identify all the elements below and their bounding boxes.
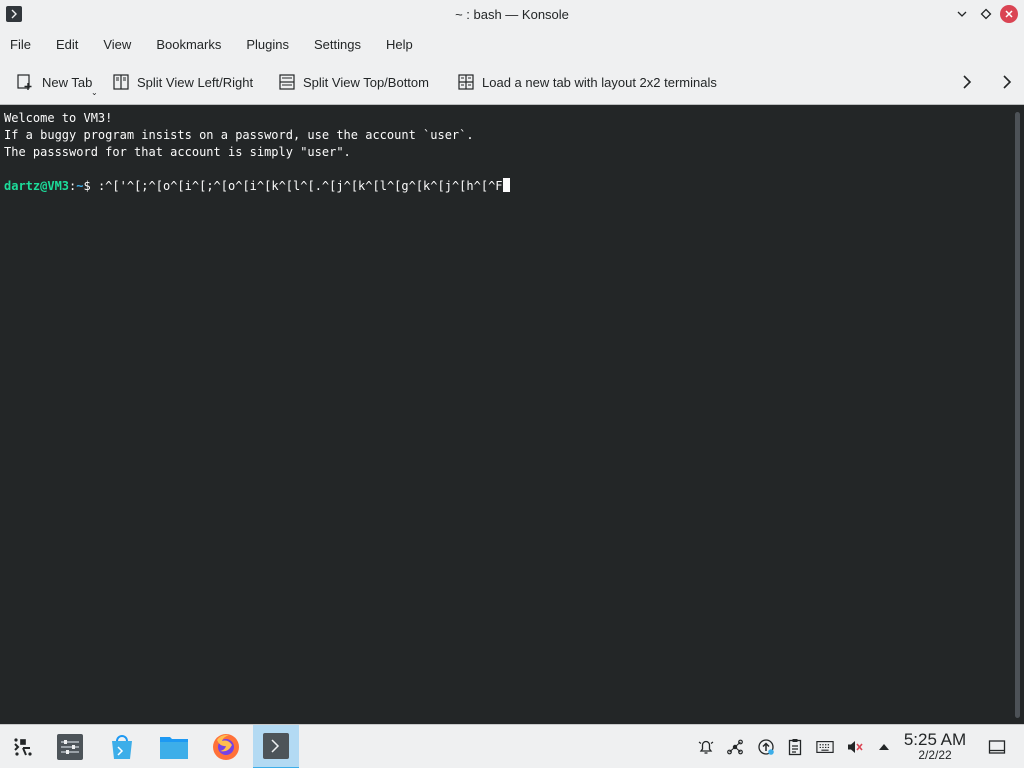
prompt-path: ~ [76, 179, 84, 193]
terminal-line: Welcome to VM3! [4, 111, 113, 125]
discover-icon [112, 735, 132, 759]
clipboard-icon [788, 739, 802, 756]
split-left-right-icon [113, 74, 129, 90]
menu-bookmarks[interactable]: Bookmarks [156, 37, 221, 52]
taskbar-system-settings[interactable] [47, 725, 93, 768]
updates-icon [758, 739, 774, 755]
tray-clipboard[interactable] [786, 738, 804, 756]
tray-updates[interactable] [757, 738, 775, 756]
menu-view[interactable]: View [103, 37, 131, 52]
toolbar-overflow-button-2[interactable] [999, 70, 1015, 94]
split-top-bottom-icon [279, 74, 295, 90]
layout-2x2-button[interactable]: Load a new tab with layout 2x2 terminals [458, 71, 717, 93]
application-launcher-icon [14, 738, 32, 756]
terminal-cursor [502, 178, 510, 192]
konsole-task-icon [263, 733, 289, 759]
terminal-prompt-line: dartz@VM3:~$ :^['^[;^[o^[i^[;^[o^[i^[k^[… [4, 178, 1012, 195]
menu-edit[interactable]: Edit [56, 37, 78, 52]
toolbar-overflow-button[interactable] [959, 70, 975, 94]
new-tab-dropdown-icon[interactable]: ⌄ [91, 88, 98, 97]
close-button[interactable] [1000, 5, 1018, 23]
terminal-line: If a buggy program insists on a password… [4, 128, 474, 142]
application-launcher[interactable] [0, 725, 46, 768]
menu-settings[interactable]: Settings [314, 37, 361, 52]
split-left-right-label: Split View Left/Right [137, 74, 254, 90]
window-title: ~ : bash — Konsole [455, 7, 569, 22]
split-top-bottom-label: Split View Top/Bottom [303, 74, 429, 90]
volume-muted-icon [848, 741, 863, 753]
maximize-icon [980, 8, 992, 20]
tray-network[interactable] [726, 738, 744, 756]
terminal-scrollbar[interactable] [1012, 106, 1024, 724]
terminal-input[interactable]: :^['^[;^[o^[i^[;^[o^[i^[k^[l^[.^[j^[k^[l… [98, 179, 503, 193]
taskbar-discover[interactable] [99, 725, 145, 768]
menu-bar: File Edit View Bookmarks Plugins Setting… [0, 29, 1024, 59]
taskbar-panel [0, 724, 1024, 768]
toolbar: New Tab Split View Left/Right Split View… [0, 59, 1024, 105]
menu-plugins[interactable]: Plugins [246, 37, 289, 52]
taskbar-konsole[interactable] [253, 725, 299, 768]
tray-notifications[interactable] [697, 738, 715, 756]
prompt-user: dartz@VM3 [4, 179, 70, 193]
firefox-icon [213, 734, 239, 760]
chevron-right-icon [1003, 75, 1012, 89]
tray-keyboard[interactable] [816, 738, 834, 756]
tray-expand-button[interactable] [875, 738, 893, 756]
chevron-right-icon [963, 75, 972, 89]
taskbar-firefox[interactable] [203, 725, 249, 768]
layout-grid-icon [458, 74, 474, 90]
new-tab-icon [17, 74, 32, 90]
clock-time[interactable]: 5:25 AM [898, 730, 972, 750]
split-left-right-button[interactable]: Split View Left/Right [113, 71, 253, 93]
split-top-bottom-button[interactable]: Split View Top/Bottom [279, 71, 429, 93]
tray-expand-icon [879, 744, 889, 750]
new-tab-label: New Tab [42, 74, 93, 90]
show-desktop-button[interactable] [988, 738, 1006, 756]
terminal-line: The passsword for that account is simply… [4, 145, 351, 159]
title-bar: ~ : bash — Konsole [0, 0, 1024, 29]
notifications-icon [698, 740, 714, 754]
keyboard-icon [816, 741, 834, 753]
tray-volume[interactable] [846, 738, 864, 756]
layout-2x2-label: Load a new tab with layout 2x2 terminals [482, 74, 717, 90]
dolphin-folder-icon [160, 737, 188, 759]
taskbar-dolphin[interactable] [151, 725, 197, 768]
minimize-button[interactable] [953, 5, 971, 23]
prompt-symbol: $ [83, 179, 98, 193]
menu-help[interactable]: Help [386, 37, 413, 52]
terminal-view[interactable]: Welcome to VM3! If a buggy program insis… [0, 106, 1012, 724]
scrollbar-thumb[interactable] [1015, 112, 1020, 718]
clock-date[interactable]: 2/2/22 [898, 748, 972, 762]
close-icon [1005, 10, 1013, 18]
show-desktop-icon [988, 740, 1006, 754]
new-tab-button[interactable]: New Tab [16, 71, 92, 93]
minimize-icon [957, 11, 967, 17]
maximize-button[interactable] [977, 5, 995, 23]
menu-file[interactable]: File [10, 37, 31, 52]
network-icon [727, 739, 743, 755]
system-settings-icon [57, 734, 83, 760]
